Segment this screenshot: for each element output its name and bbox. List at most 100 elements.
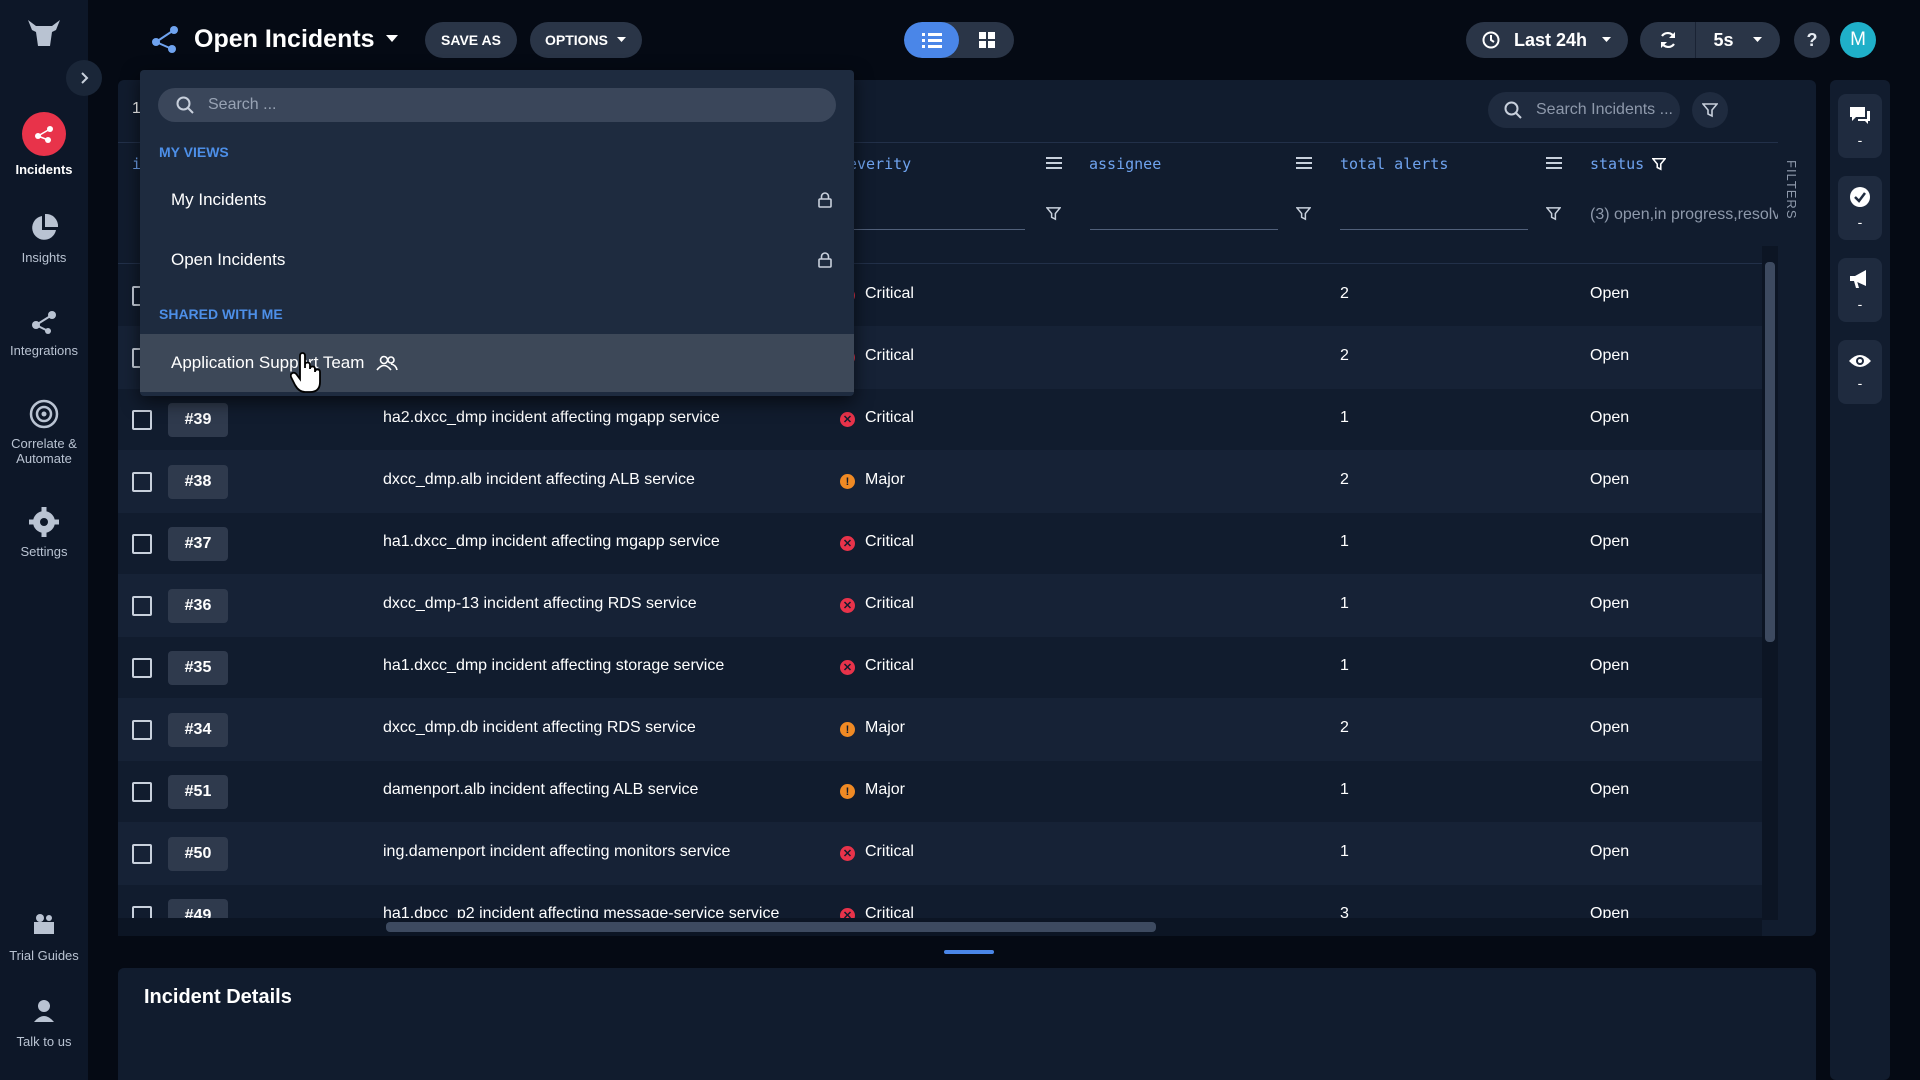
filter-active-icon[interactable] — [1652, 157, 1666, 171]
view-my-incidents[interactable]: My Incidents — [140, 174, 854, 226]
bull-logo-icon[interactable] — [24, 16, 64, 52]
nav-item-incidents[interactable]: Incidents — [0, 112, 88, 177]
scrollbar-thumb[interactable] — [1765, 262, 1775, 642]
clock-icon — [1482, 31, 1500, 49]
refresh-interval-select[interactable]: 5s — [1696, 30, 1780, 51]
incident-id-badge[interactable]: #50 — [168, 837, 228, 871]
column-header-total-alerts[interactable]: total alerts — [1340, 155, 1448, 173]
status-filter-value[interactable]: (3) open,in progress,resolved — [1590, 206, 1778, 224]
scrollbar-thumb[interactable] — [386, 922, 1156, 932]
incident-details-panel: Incident Details — [118, 968, 1816, 1080]
row-checkbox[interactable] — [132, 658, 152, 678]
vertical-scrollbar[interactable] — [1762, 246, 1778, 920]
help-button[interactable]: ? — [1794, 22, 1830, 58]
save-as-button[interactable]: SAVE AS — [425, 22, 517, 58]
critical-icon: ✕ — [840, 846, 855, 861]
column-menu-icon[interactable] — [1046, 157, 1062, 169]
incident-id-badge[interactable]: #39 — [168, 403, 228, 437]
severity: Major — [865, 781, 906, 798]
nav-item-integrations[interactable]: Integrations — [0, 305, 88, 358]
grid-view-button[interactable] — [959, 22, 1014, 58]
total-alerts: 1 — [1340, 595, 1349, 612]
nav-label: Settings — [20, 544, 68, 559]
incident-id-badge[interactable]: #36 — [168, 589, 228, 623]
incident-title[interactable]: damenport.alb incident affecting ALB ser… — [383, 781, 698, 799]
incident-id-badge[interactable]: #38 — [168, 465, 228, 499]
column-menu-icon[interactable] — [1546, 157, 1562, 169]
table-row[interactable]: #50 ing.damenport incident affecting mon… — [118, 822, 1762, 885]
table-row[interactable]: #49 ha1.dpcc_p2 incident affecting messa… — [118, 884, 1762, 947]
nav-item-insights[interactable]: Insights — [0, 212, 88, 265]
table-row[interactable]: #35 ha1.dxcc_dmp incident affecting stor… — [118, 636, 1762, 699]
horizontal-scrollbar[interactable] — [118, 918, 1762, 936]
table-row[interactable]: #39 ha2.dxcc_dmp incident affecting mgap… — [118, 388, 1762, 451]
view-open-incidents[interactable]: Open Incidents — [140, 234, 854, 286]
acknowledge-button[interactable]: - — [1838, 176, 1882, 240]
total-alerts-filter-input[interactable] — [1340, 228, 1528, 230]
filter-icon[interactable] — [1046, 206, 1061, 221]
shared-with-me-heading: SHARED WITH ME — [159, 306, 283, 322]
announce-button[interactable]: - — [1838, 258, 1882, 322]
incidents-icon — [22, 112, 66, 156]
view-selector[interactable]: Open Incidents — [148, 22, 399, 56]
filter-icon[interactable] — [1296, 206, 1311, 221]
row-checkbox[interactable] — [132, 782, 152, 802]
search-incidents-input[interactable]: Search Incidents ... — [1488, 92, 1680, 128]
table-row[interactable]: #36 dxcc_dmp-13 incident affecting RDS s… — [118, 574, 1762, 637]
incident-title[interactable]: ing.damenport incident affecting monitor… — [383, 843, 730, 861]
row-checkbox[interactable] — [132, 720, 152, 740]
resize-handle[interactable] — [944, 950, 994, 954]
nav-item-correlate[interactable]: Correlate & Automate — [0, 398, 88, 466]
incident-id-badge[interactable]: #51 — [168, 775, 228, 809]
row-checkbox[interactable] — [132, 844, 152, 864]
filter-icon[interactable] — [1546, 206, 1561, 221]
view-application-support-team[interactable]: Application Support Team — [140, 334, 854, 392]
views-search-input[interactable]: Search ... — [158, 88, 836, 122]
total-alerts: 2 — [1340, 347, 1349, 364]
watchers-button[interactable]: - — [1838, 340, 1882, 404]
pie-chart-icon — [28, 212, 60, 244]
table-row[interactable]: #38 dxcc_dmp.alb incident affecting ALB … — [118, 450, 1762, 513]
column-menu-icon[interactable] — [1296, 157, 1312, 169]
incident-title[interactable]: ha1.dxcc_dmp incident affecting storage … — [383, 657, 724, 675]
avatar[interactable]: M — [1840, 22, 1876, 58]
incident-id-badge[interactable]: #35 — [168, 651, 228, 685]
hand-cursor-icon — [290, 352, 321, 393]
options-button[interactable]: OPTIONS — [530, 22, 642, 58]
save-as-label: SAVE AS — [441, 32, 501, 48]
incident-title[interactable]: ha2.dxcc_dmp incident affecting mgapp se… — [383, 409, 720, 427]
column-header-status[interactable]: status — [1590, 155, 1644, 173]
view-label: My Incidents — [171, 190, 267, 209]
filter-button[interactable] — [1692, 92, 1728, 128]
expand-nav-button[interactable] — [66, 60, 102, 96]
incident-title[interactable]: dxcc_dmp.db incident affecting RDS servi… — [383, 719, 696, 737]
comments-button[interactable]: - — [1838, 94, 1882, 158]
nav-item-settings[interactable]: Settings — [0, 506, 88, 559]
incident-id-badge[interactable]: #34 — [168, 713, 228, 747]
critical-icon: ✕ — [840, 660, 855, 675]
filters-tab[interactable]: FILTERS — [1784, 160, 1799, 220]
time-range-select[interactable]: Last 24h — [1466, 22, 1628, 58]
table-row[interactable]: #34 dxcc_dmp.db incident affecting RDS s… — [118, 698, 1762, 761]
row-checkbox[interactable] — [132, 596, 152, 616]
row-checkbox[interactable] — [132, 534, 152, 554]
column-header-assignee[interactable]: assignee — [1089, 155, 1161, 173]
severity-filter-input[interactable] — [853, 228, 1025, 230]
row-checkbox[interactable] — [132, 410, 152, 430]
column-header-severity[interactable]: everity — [848, 155, 911, 173]
table-row[interactable]: #51 damenport.alb incident affecting ALB… — [118, 760, 1762, 823]
incident-details-title: Incident Details — [144, 986, 292, 1008]
list-view-button[interactable] — [904, 22, 959, 58]
nav-item-trial-guides[interactable]: Trial Guides — [0, 910, 88, 963]
incident-title[interactable]: ha1.dxcc_dmp incident affecting mgapp se… — [383, 533, 720, 551]
incident-title[interactable]: dxcc_dmp-13 incident affecting RDS servi… — [383, 595, 697, 613]
assignee-filter-input[interactable] — [1090, 228, 1278, 230]
nav-item-talk-to-us[interactable]: Talk to us — [0, 996, 88, 1049]
table-row[interactable]: #37 ha1.dxcc_dmp incident affecting mgap… — [118, 512, 1762, 575]
refresh-button[interactable] — [1640, 22, 1696, 58]
incident-title[interactable]: dxcc_dmp.alb incident affecting ALB serv… — [383, 471, 695, 489]
row-checkbox[interactable] — [132, 472, 152, 492]
status: Open — [1590, 843, 1630, 860]
support-icon — [28, 996, 60, 1028]
incident-id-badge[interactable]: #37 — [168, 527, 228, 561]
